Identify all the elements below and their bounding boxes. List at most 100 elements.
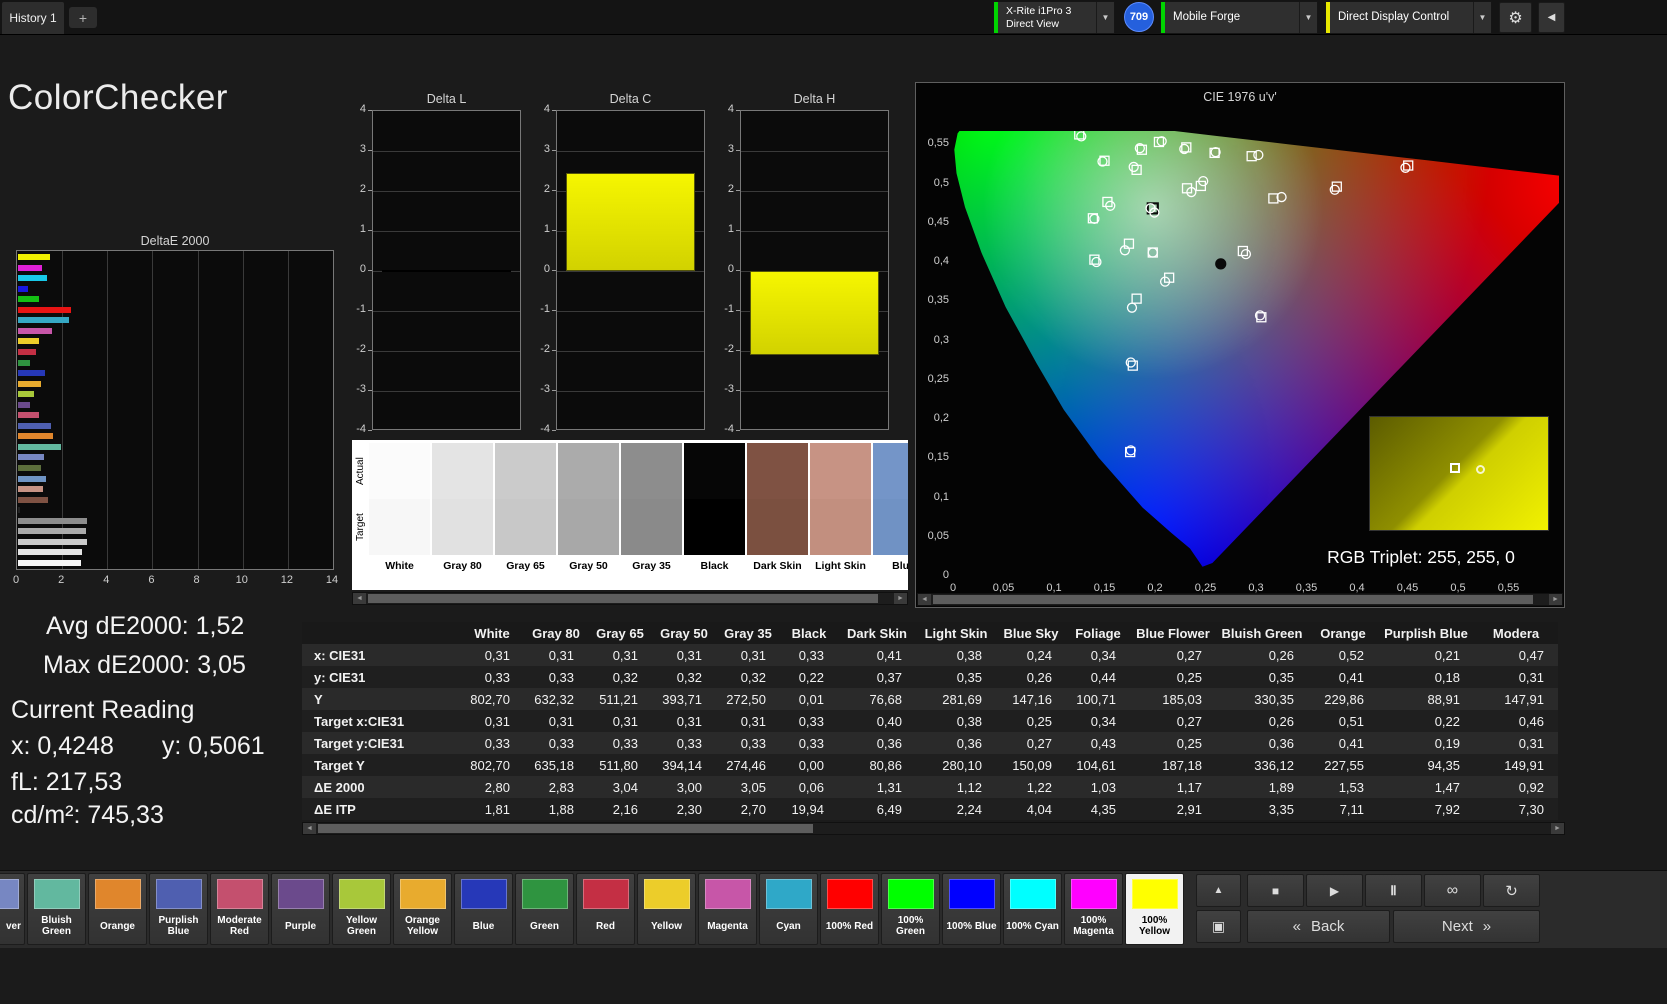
cell: 272,50 — [716, 688, 780, 710]
window-mode-button[interactable]: ▣ — [1196, 910, 1241, 943]
scrollbar-track[interactable] — [316, 823, 1551, 834]
scroll-right-icon[interactable]: ► — [894, 593, 907, 604]
patch-button-blue[interactable]: Blue — [454, 873, 513, 945]
cell: 1,31 — [838, 776, 916, 798]
gridline — [557, 311, 704, 312]
axis-tick — [552, 430, 556, 431]
add-tab-button[interactable]: + — [69, 7, 97, 28]
gridline — [198, 251, 199, 569]
patch-button-ver[interactable]: ver — [0, 873, 25, 945]
swatch-strip-scrollbar[interactable]: ◄ ► — [352, 592, 908, 605]
patch-button-yellow[interactable]: Yellow — [637, 873, 696, 945]
pattern-source-dropdown[interactable]: Mobile Forge ▼ — [1160, 1, 1318, 34]
axis-tick-label: 2 — [708, 183, 734, 195]
swatch-label: Blue — [873, 555, 908, 577]
patch-button-100-green[interactable]: 100% Green — [881, 873, 940, 945]
swatch-target — [495, 499, 556, 555]
tab-history-1[interactable]: History 1 — [2, 2, 64, 34]
table-corner-cell — [302, 622, 460, 644]
cell: 149,91 — [1474, 754, 1558, 776]
cell: 0,43 — [1066, 732, 1130, 754]
scroll-right-icon[interactable]: ► — [1551, 823, 1564, 834]
cie-panel: CIE 1976 u'v' 0,550,50,450,40,350,30,250… — [915, 82, 1565, 608]
cell: 7,92 — [1378, 798, 1474, 820]
continuous-measure-button[interactable]: ∞ — [1424, 874, 1481, 907]
actual-row-label: Actual — [352, 443, 369, 499]
patch-button-bluish-green[interactable]: Bluish Green — [27, 873, 86, 945]
patch-button-100-cyan[interactable]: 100% Cyan — [1003, 873, 1062, 945]
cell: 0,33 — [524, 666, 588, 688]
scrollbar-track[interactable] — [931, 594, 1549, 605]
scrollbar-thumb[interactable] — [368, 594, 878, 603]
patch-button-yellow-green[interactable]: Yellow Green — [332, 873, 391, 945]
patch-button-green[interactable]: Green — [515, 873, 574, 945]
scroll-left-icon[interactable]: ◄ — [353, 593, 366, 604]
scrollbar-track[interactable] — [366, 593, 894, 604]
column-header-black: Black — [780, 622, 838, 644]
patch-button-100-yellow[interactable]: 100% Yellow — [1125, 873, 1184, 945]
patch-swatch — [766, 879, 812, 909]
axis-tick-label: 0,25 — [919, 373, 949, 385]
patch-button-magenta[interactable]: Magenta — [698, 873, 757, 945]
rgb-triplet-readout: RGB Triplet: 255, 255, 0 — [1286, 547, 1556, 568]
scroll-left-icon[interactable]: ◄ — [918, 594, 931, 605]
display-control-dropdown[interactable]: Direct Display Control ▼ — [1325, 1, 1492, 34]
meter-dropdown[interactable]: X-Rite i1Pro 3 Direct View ▼ — [993, 1, 1115, 34]
axis-tick-label: 14 — [318, 574, 346, 586]
pause-icon: Ⅱ — [1390, 883, 1396, 899]
stop-button[interactable]: ■ — [1247, 874, 1304, 907]
pattern-source-label: Mobile Forge — [1165, 2, 1299, 33]
cell: 0,33 — [716, 732, 780, 754]
cell: 0,33 — [780, 732, 838, 754]
scroll-left-icon[interactable]: ◄ — [303, 823, 316, 834]
next-button[interactable]: Next » — [1393, 910, 1540, 943]
gridline — [741, 391, 888, 392]
row-label: ΔE 2000 — [302, 776, 460, 798]
back-button[interactable]: « Back — [1247, 910, 1390, 943]
scroll-right-icon[interactable]: ► — [1549, 594, 1562, 605]
table-header-row: WhiteGray 80Gray 65Gray 50Gray 35BlackDa… — [302, 622, 1558, 644]
x-readout: x: 0,4248 — [11, 732, 114, 760]
cell: 0,26 — [996, 666, 1066, 688]
deltae-bar-magenta — [18, 328, 52, 334]
collapse-panel-button[interactable]: ◀ — [1538, 2, 1565, 33]
table-row-y: Y802,70632,32511,21393,71272,500,0176,68… — [302, 688, 1558, 710]
gridline — [557, 391, 704, 392]
patch-button-purplish-blue[interactable]: Purplish Blue — [149, 873, 208, 945]
patch-button-red[interactable]: Red — [576, 873, 635, 945]
gridline — [288, 251, 289, 569]
row-label: y: CIE31 — [302, 666, 460, 688]
axis-tick-label: 1 — [708, 223, 734, 235]
cell: 0,31 — [716, 644, 780, 666]
cell: 0,25 — [1130, 732, 1216, 754]
scroll-patches-up-button[interactable]: ▲ — [1196, 874, 1241, 907]
cie-scrollbar[interactable]: ◄ ► — [917, 593, 1563, 606]
patch-label: Red — [577, 911, 634, 941]
cell: 0,33 — [588, 732, 652, 754]
cell: 274,46 — [716, 754, 780, 776]
patch-button-purple[interactable]: Purple — [271, 873, 330, 945]
table-row-y-cie31: y: CIE310,330,330,320,320,320,220,370,35… — [302, 666, 1558, 688]
patch-button-cyan[interactable]: Cyan — [759, 873, 818, 945]
patch-button-100-blue[interactable]: 100% Blue — [942, 873, 1001, 945]
patch-button-moderate-red[interactable]: Moderate Red — [210, 873, 269, 945]
delta-l-plot — [372, 110, 521, 430]
colorspace-709-badge[interactable]: 709 — [1124, 2, 1154, 32]
patch-button-100-red[interactable]: 100% Red — [820, 873, 879, 945]
axis-tick-label: 4 — [92, 574, 120, 586]
refresh-button[interactable]: ↻ — [1483, 874, 1540, 907]
play-button[interactable]: ▶ — [1306, 874, 1363, 907]
table-scrollbar[interactable]: ◄ ► — [302, 822, 1565, 835]
scrollbar-thumb[interactable] — [318, 824, 813, 833]
patch-button-100-magenta[interactable]: 100% Magenta — [1064, 873, 1123, 945]
cell: 1,89 — [1216, 776, 1308, 798]
table-row-target-y-cie31: Target y:CIE310,330,330,330,330,330,330,… — [302, 732, 1558, 754]
black-measured — [1216, 259, 1225, 268]
swatch-target — [810, 499, 871, 555]
patch-button-orange[interactable]: Orange — [88, 873, 147, 945]
settings-button[interactable]: ⚙ — [1499, 2, 1532, 33]
cell: 330,35 — [1216, 688, 1308, 710]
patch-button-orange-yellow[interactable]: Orange Yellow — [393, 873, 452, 945]
scrollbar-thumb[interactable] — [933, 595, 1533, 604]
pause-button[interactable]: Ⅱ — [1365, 874, 1422, 907]
